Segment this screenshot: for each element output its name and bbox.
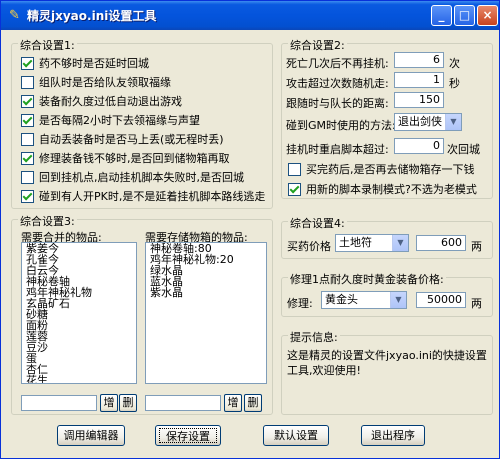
option-row[interactable]: 是否每隔2小时下去领福缘与声望 bbox=[21, 112, 200, 128]
option-label: 修理装备钱不够时,是否回到储物箱再取 bbox=[39, 152, 230, 165]
option-label: 碰到有人开PK时,是不是延着挂机脚本路线逃走 bbox=[39, 190, 266, 203]
option-label: 药不够时是否延时回城 bbox=[39, 57, 149, 70]
repair-item-select[interactable]: 黄金头 ▼ bbox=[321, 291, 407, 309]
save-settings-label: 保存设置 bbox=[159, 428, 217, 443]
option-checkbox[interactable] bbox=[21, 113, 34, 127]
list-item[interactable]: 花生 bbox=[24, 375, 136, 383]
app-icon: ✎ bbox=[9, 8, 20, 23]
save-settings-button[interactable]: 保存设置 bbox=[155, 425, 221, 446]
repair-item-value: 黄金头 bbox=[325, 293, 358, 306]
store-delete-button[interactable]: 删 bbox=[244, 394, 262, 412]
option-row[interactable]: 装备耐久度过低自动退出游戏 bbox=[21, 93, 182, 109]
group-settings-3-title: 综合设置3: bbox=[18, 213, 77, 229]
buy-item-value: 土地符 bbox=[339, 236, 372, 249]
gm-method-value: 退出剑侠 bbox=[398, 115, 442, 128]
title-bar[interactable]: ✎ 精灵jxyao.ini设置工具 _ □ × bbox=[1, 1, 499, 30]
repair-label: 修理: bbox=[287, 297, 313, 310]
gm-method-select[interactable]: 退出剑侠 ▼ bbox=[394, 113, 462, 131]
option-label: 自动丢装备时是否马上丢(或无程时丢) bbox=[39, 133, 224, 146]
repair-price-unit: 两 bbox=[471, 297, 482, 310]
close-button[interactable]: × bbox=[477, 5, 498, 26]
option-label: 组队时是否给队友领取福缘 bbox=[39, 76, 171, 89]
chevron-down-icon[interactable]: ▼ bbox=[390, 292, 406, 308]
option-label: 是否每隔2小时下去领福缘与声望 bbox=[39, 114, 200, 127]
follow-distance-label: 跟随时与队长的距离: bbox=[286, 97, 389, 110]
option-row[interactable]: 回到挂机点,启动挂机脚本失败时,是否回城 bbox=[21, 169, 244, 185]
list-item[interactable]: 豆沙 bbox=[24, 342, 136, 353]
info-message: 这是精灵的设置文件jxyao.ini的快捷设置工具,欢迎使用! bbox=[287, 349, 487, 377]
exit-program-button[interactable]: 退出程序 bbox=[361, 425, 425, 446]
option-row[interactable]: 组队时是否给队友领取福缘 bbox=[21, 74, 171, 90]
option-checkbox[interactable] bbox=[21, 170, 34, 184]
group-settings-1-title: 综合设置1: bbox=[18, 37, 77, 53]
attack-count-input[interactable]: 1 bbox=[394, 72, 444, 88]
merge-add-button[interactable]: 增 bbox=[100, 394, 118, 412]
option-checkbox[interactable] bbox=[21, 75, 34, 89]
minimize-button[interactable]: _ bbox=[431, 5, 452, 26]
option-checkbox[interactable] bbox=[21, 189, 34, 203]
app-window: ✎ 精灵jxyao.ini设置工具 _ □ × 综合设置1: 药不够时是否延时回… bbox=[0, 0, 500, 459]
restart-script-input[interactable]: 0 bbox=[394, 138, 444, 154]
new-script-label: 用新的脚本录制模式?不选为老模式 bbox=[306, 183, 477, 196]
option-checkbox[interactable] bbox=[21, 94, 34, 108]
list-item[interactable]: 紫水晶 bbox=[148, 287, 266, 298]
chevron-down-icon[interactable]: ▼ bbox=[392, 235, 408, 251]
option-row[interactable]: 碰到有人开PK时,是不是延着挂机脚本路线逃走 bbox=[21, 188, 265, 204]
option-row[interactable]: 自动丢装备时是否马上丢(或无程时丢) bbox=[21, 131, 224, 147]
buy-price-unit: 两 bbox=[471, 240, 482, 253]
window-title: 精灵jxyao.ini设置工具 bbox=[27, 9, 157, 23]
group-repair-price-title: 修理1点耐久度时黄金装备价格: bbox=[288, 271, 446, 287]
buy-price-label: 买药价格 bbox=[287, 240, 331, 253]
restart-script-unit: 次回城 bbox=[447, 143, 480, 156]
info-panel-title: 提示信息: bbox=[288, 329, 340, 345]
death-count-input[interactable]: 6 bbox=[394, 52, 444, 68]
store-money-checkbox[interactable] bbox=[288, 162, 301, 176]
chevron-down-icon[interactable]: ▼ bbox=[445, 114, 461, 130]
attack-count-label: 攻击超过次数随机走: bbox=[286, 77, 389, 90]
option-label: 回到挂机点,启动挂机脚本失败时,是否回城 bbox=[39, 171, 244, 184]
option-label: 装备耐久度过低自动退出游戏 bbox=[39, 95, 182, 108]
merge-delete-button[interactable]: 删 bbox=[119, 394, 137, 412]
group-settings-4-title: 综合设置4: bbox=[288, 215, 347, 231]
merge-item-input[interactable] bbox=[21, 395, 97, 411]
store-items-list[interactable]: 神秘卷轴:80 鸡年神秘礼物:20 绿水晶 蓝水晶 紫水晶 bbox=[145, 242, 267, 384]
repair-price-input[interactable]: 50000 bbox=[416, 292, 466, 308]
option-row[interactable]: 药不够时是否延时回城 bbox=[21, 55, 149, 71]
store-add-button[interactable]: 增 bbox=[224, 394, 242, 412]
restart-script-label: 挂机时重启脚本超过: bbox=[286, 143, 389, 156]
death-count-label: 死亡几次后不再挂机: bbox=[286, 57, 389, 70]
option-checkbox[interactable] bbox=[21, 151, 34, 165]
store-item-input[interactable] bbox=[145, 395, 221, 411]
follow-distance-input[interactable]: 150 bbox=[394, 92, 444, 108]
merge-items-list[interactable]: 紫姜今孔雀今白云今神秘卷轴鸡年神秘礼物玄晶矿石砂糖面粉莲蓉豆沙蛋杏仁花生椰丝 bbox=[21, 242, 137, 384]
option-checkbox[interactable] bbox=[21, 56, 34, 70]
gm-method-label: 碰到GM时使用的方法: bbox=[286, 119, 396, 132]
buy-price-input[interactable]: 600 bbox=[416, 235, 466, 251]
buy-item-select[interactable]: 土地符 ▼ bbox=[335, 234, 409, 252]
option-checkbox[interactable] bbox=[21, 132, 34, 146]
open-editor-button[interactable]: 调用编辑器 bbox=[57, 425, 125, 446]
store-money-label: 买完药后,是否再去储物箱存一下钱 bbox=[306, 163, 475, 176]
store-money-option[interactable]: 买完药后,是否再去储物箱存一下钱 bbox=[288, 161, 475, 177]
death-count-unit: 次 bbox=[449, 57, 460, 70]
new-script-checkbox[interactable] bbox=[288, 182, 301, 196]
default-settings-button[interactable]: 默认设置 bbox=[263, 425, 329, 446]
maximize-button[interactable]: □ bbox=[454, 5, 475, 26]
attack-count-unit: 秒 bbox=[449, 77, 460, 90]
new-script-option[interactable]: 用新的脚本录制模式?不选为老模式 bbox=[288, 181, 477, 197]
group-settings-2-title: 综合设置2: bbox=[288, 37, 347, 53]
option-row[interactable]: 修理装备钱不够时,是否回到储物箱再取 bbox=[21, 150, 230, 166]
